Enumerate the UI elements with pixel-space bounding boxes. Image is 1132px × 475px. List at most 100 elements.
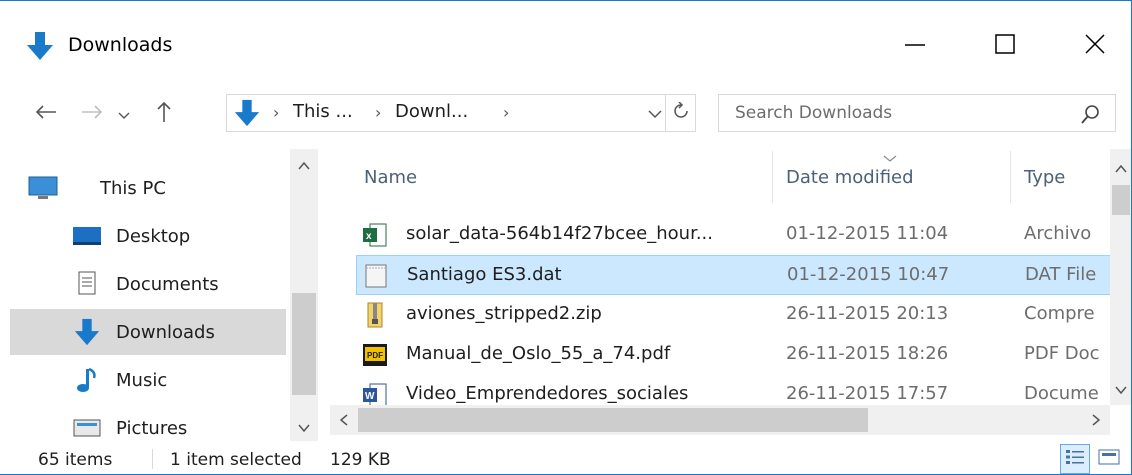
search-input[interactable] [719,95,1059,131]
desktop-icon [72,222,102,250]
svg-text:x: x [366,231,372,242]
scroll-right-button[interactable] [1082,405,1110,435]
file-name: aviones_stripped2.zip [406,303,602,324]
window-title: Downloads [68,34,173,56]
file-date: 01-12-2015 10:47 [787,264,950,285]
back-button[interactable] [28,97,64,131]
minimize-button[interactable] [870,21,960,71]
column-header-date[interactable]: Date modified [786,149,914,205]
status-bar: 65 items 1 item selected 129 KB [0,441,1131,474]
chevron-down-icon [118,105,130,124]
scroll-left-button[interactable] [330,405,358,435]
column-header-name[interactable]: Name [364,149,417,205]
scroll-thumb[interactable] [1112,185,1130,215]
svg-text:PDF: PDF [367,351,383,360]
file-row[interactable]: PDF Manual_de_Oslo_55_a_74.pdf 26-11-201… [356,335,1110,375]
documents-icon [72,270,102,298]
download-arrow-icon [72,318,102,346]
nav-item-music[interactable]: Music [10,357,286,403]
details-view-button[interactable] [1060,444,1090,474]
close-button[interactable] [1050,21,1131,71]
scroll-up-button[interactable] [290,149,318,179]
file-row[interactable]: aviones_stripped2.zip 26-11-2015 20:13 C… [356,295,1110,335]
scroll-up-button[interactable] [1110,149,1131,185]
nav-item-downloads[interactable]: Downloads [10,309,286,355]
file-type: PDF Doc [1024,343,1100,364]
recent-locations-button[interactable] [112,97,136,131]
file-list: Name Date modified Type x solar_data-564… [330,149,1110,405]
large-icons-view-icon [1098,448,1120,470]
chevron-up-icon [298,155,310,174]
nav-item-label: Pictures [116,417,188,439]
selection-size: 129 KB [330,450,391,470]
excel-file-icon: x [362,221,388,249]
nav-item-label: Downloads [116,321,215,343]
title-bar: Downloads [0,1,1131,91]
nav-item-label: Music [116,369,168,391]
maximize-button[interactable] [960,21,1050,71]
file-list-vertical-scrollbar[interactable] [1110,149,1131,405]
item-count: 65 items [38,450,113,470]
zip-file-icon [362,301,388,329]
refresh-button[interactable] [665,95,695,131]
file-date: 26-11-2015 18:26 [786,343,949,364]
address-dropdown-button[interactable] [645,103,665,123]
file-row[interactable]: x solar_data-564b14f27bcee_hour... 01-12… [356,215,1110,255]
file-list-horizontal-scrollbar[interactable] [330,405,1110,435]
nav-item-desktop[interactable]: Desktop [10,213,286,259]
breadcrumb-separator: › [503,103,510,122]
nav-item-this-pc[interactable]: This PC [10,165,286,211]
column-divider[interactable] [1010,151,1011,203]
nav-pane-scrollbar[interactable] [290,149,318,441]
search-box[interactable] [718,94,1116,132]
file-date: 26-11-2015 17:57 [786,383,949,404]
navigation-pane: This PC Desktop Documents Downloads Musi… [0,149,318,441]
file-type: Archivo [1024,223,1092,244]
breadcrumb-separator: › [375,103,382,122]
file-date: 26-11-2015 20:13 [786,303,949,324]
arrow-up-icon [156,101,172,127]
scroll-thumb[interactable] [358,408,868,432]
column-header-type[interactable]: Type [1024,149,1065,205]
file-name: Video_Emprendedores_sociales [406,383,689,404]
file-row[interactable]: Santiago ES3.dat 01-12-2015 10:47 DAT Fi… [356,255,1110,295]
download-arrow-icon [25,31,55,61]
nav-item-pictures[interactable]: Pictures [10,405,286,441]
selection-status: 1 item selected [170,450,302,470]
scroll-down-button[interactable] [290,411,318,441]
refresh-icon [672,101,690,124]
large-icons-view-button[interactable] [1094,444,1124,474]
explorer-window: Downloads › This ... › Downl... › Search… [0,0,1132,475]
column-divider[interactable] [772,151,773,203]
breadcrumb-this-pc[interactable]: This ... [293,101,353,122]
computer-icon [28,174,58,202]
file-type: Compre [1024,303,1095,324]
forward-button[interactable] [74,97,110,131]
address-bar[interactable]: › This ... › Downl... › [226,94,696,132]
file-name: Santiago ES3.dat [407,264,562,285]
word-file-icon: W [362,381,388,405]
scroll-down-button[interactable] [1110,371,1131,405]
maximize-icon [994,33,1016,59]
breadcrumb-separator: › [273,103,280,122]
breadcrumb-downloads[interactable]: Downl... [395,101,468,122]
scroll-thumb[interactable] [292,293,316,395]
chevron-down-icon [648,104,662,123]
chevron-down-icon [298,417,310,436]
status-divider [152,449,153,469]
file-type: Docume [1024,383,1099,404]
pictures-icon [72,414,102,441]
file-date: 01-12-2015 11:04 [786,223,949,244]
up-button[interactable] [146,97,182,131]
file-type: DAT File [1025,264,1097,285]
file-name: Manual_de_Oslo_55_a_74.pdf [406,343,671,364]
file-row[interactable]: W Video_Emprendedores_sociales 26-11-201… [356,375,1110,405]
details-view-icon [1065,448,1085,470]
nav-item-label: Desktop [116,225,191,247]
chevron-right-icon [1092,411,1101,430]
download-arrow-icon [233,99,261,127]
nav-item-label: This PC [100,177,166,199]
chevron-down-icon [1115,379,1127,398]
search-icon [1079,102,1103,126]
nav-item-documents[interactable]: Documents [10,261,286,307]
